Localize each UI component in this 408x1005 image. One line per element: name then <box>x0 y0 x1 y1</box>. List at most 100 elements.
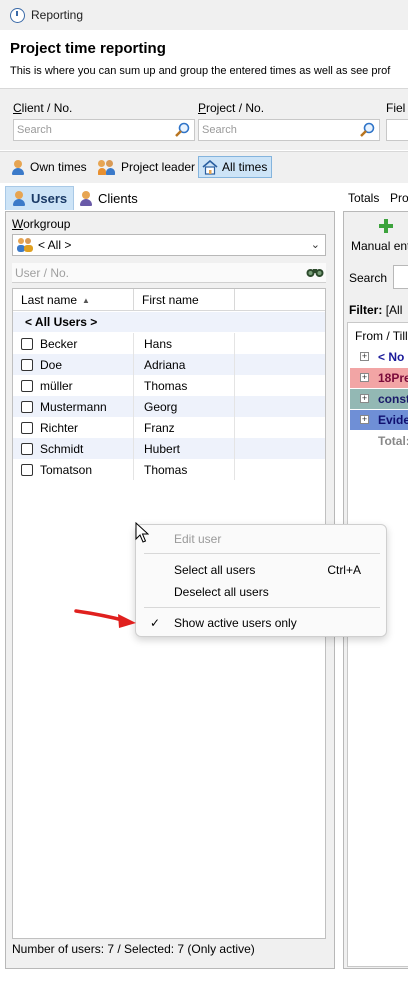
table-row[interactable]: Schmidt Hubert <box>13 438 325 459</box>
user-filter-input[interactable]: User / No. <box>12 263 326 283</box>
expand-icon[interactable]: + <box>360 394 369 403</box>
annotation-arrow-icon <box>74 609 136 628</box>
manual-entry-button[interactable]: Manual ent <box>351 239 408 253</box>
first-name-cell: Thomas <box>144 463 188 477</box>
expand-icon[interactable]: + <box>360 415 369 424</box>
report-tree: From / Till + < No a + 18Pre + constr + … <box>347 322 408 967</box>
table-row[interactable]: Tomatson Thomas <box>13 459 325 480</box>
house-icon <box>202 159 218 175</box>
tree-total-label: Total: <box>378 434 408 448</box>
client-search-input[interactable]: Search <box>13 119 195 141</box>
first-name-cell: Thomas <box>144 379 188 393</box>
search-row: Client / No. Search Project / No. Search… <box>0 88 408 150</box>
clock-icon <box>10 7 25 23</box>
report-pane-tabs: Totals Pro <box>341 185 408 211</box>
project-search-field: Project / No. Search <box>198 101 380 141</box>
row-checkbox[interactable] <box>21 359 33 371</box>
first-name-cell: Franz <box>144 421 175 435</box>
first-name-cell: Georg <box>144 400 178 414</box>
first-name-cell: Adriana <box>144 358 186 372</box>
menu-item-show-active-only[interactable]: Show active users only <box>174 616 297 630</box>
chevron-down-icon[interactable]: ⌄ <box>311 238 320 251</box>
window-title: Reporting <box>31 8 84 22</box>
binoculars-icon[interactable] <box>306 266 324 278</box>
field-search-label: Fiel <box>386 101 406 115</box>
last-name-cell: Becker <box>40 337 78 351</box>
menu-divider <box>144 553 380 554</box>
user-icon <box>11 159 25 175</box>
tab-projects[interactable]: Pro <box>390 191 408 205</box>
tree-node[interactable]: + constr <box>350 389 408 409</box>
row-checkbox[interactable] <box>21 443 33 455</box>
table-row[interactable]: Doe Adriana <box>13 354 325 375</box>
expand-icon[interactable]: + <box>360 373 369 382</box>
row-checkbox[interactable] <box>21 380 33 392</box>
table-row[interactable]: Richter Franz <box>13 417 325 438</box>
project-search-label: Project / No. <box>198 101 265 115</box>
last-name-cell: Richter <box>40 421 79 435</box>
select-all-shortcut: Ctrl+A <box>327 563 361 577</box>
all-users-row[interactable]: < All Users > <box>13 312 325 332</box>
user-icon <box>79 190 93 206</box>
sort-ascending-icon: ▲ <box>82 295 90 305</box>
field-search-input[interactable] <box>386 119 408 141</box>
menu-divider <box>144 607 380 608</box>
workgroup-select[interactable]: < All > ⌄ <box>12 234 326 256</box>
users-group-icon <box>16 237 34 253</box>
row-checkbox[interactable] <box>21 338 33 350</box>
report-search-label: Search <box>349 271 388 285</box>
checkmark-icon: ✓ <box>150 616 161 630</box>
workgroup-selected-value: < All > <box>38 238 72 252</box>
field-search-field: Fiel <box>386 101 408 141</box>
table-row[interactable]: Mustermann Georg <box>13 396 325 417</box>
last-name-cell: Doe <box>40 358 63 372</box>
report-search-input[interactable] <box>393 265 408 289</box>
menu-item-deselect-all[interactable]: Deselect all users <box>174 585 269 599</box>
tree-node[interactable]: + Evider <box>350 410 408 430</box>
pane-tabs: Users Clients <box>5 185 335 211</box>
users-group-icon <box>98 159 116 175</box>
mouse-cursor-icon <box>135 522 149 543</box>
menu-item-edit-user: Edit user <box>174 532 222 546</box>
table-row[interactable]: Becker Hans <box>13 333 325 354</box>
plus-icon[interactable] <box>379 219 393 233</box>
column-first-name[interactable]: First name <box>134 289 235 311</box>
table-header: Last name ▲ First name <box>13 289 325 311</box>
page-header: Project time reporting This is where you… <box>0 30 408 88</box>
tab-project-leader[interactable]: Project leader <box>95 156 199 178</box>
menu-item-select-all[interactable]: Select all users <box>174 563 255 577</box>
tab-totals[interactable]: Totals <box>348 191 379 205</box>
project-search-input[interactable]: Search <box>198 119 380 141</box>
user-icon <box>12 191 26 206</box>
tab-own-times[interactable]: Own times <box>8 156 91 178</box>
report-filter-text: Filter: [All <box>349 303 403 317</box>
row-checkbox[interactable] <box>21 401 33 413</box>
workgroup-label: Workgroup <box>12 217 71 231</box>
client-search-label: Client / No. <box>13 101 73 115</box>
window-titlebar: Reporting <box>0 0 408 30</box>
last-name-cell: Schmidt <box>40 442 84 456</box>
search-icon[interactable] <box>359 122 375 138</box>
users-context-menu: Edit user Select all users Ctrl+A Desele… <box>135 524 387 637</box>
page-description: This is where you can sum up and group t… <box>10 65 391 77</box>
last-name-cell: Tomatson <box>40 463 93 477</box>
table-row[interactable]: müller Thomas <box>13 375 325 396</box>
search-icon[interactable] <box>174 122 190 138</box>
expand-icon[interactable]: + <box>360 352 369 361</box>
last-name-cell: müller <box>40 379 73 393</box>
first-name-cell: Hubert <box>144 442 181 456</box>
first-name-cell: Hans <box>144 337 173 351</box>
tab-users[interactable]: Users <box>5 186 75 210</box>
tab-all-times[interactable]: All times <box>198 156 273 178</box>
page-title: Project time reporting <box>10 40 166 57</box>
row-checkbox[interactable] <box>21 464 33 476</box>
column-last-name[interactable]: Last name ▲ <box>13 289 134 311</box>
tree-node[interactable]: + 18Pre <box>350 368 408 388</box>
row-checkbox[interactable] <box>21 422 33 434</box>
tree-node[interactable]: + < No a <box>350 347 408 367</box>
tree-header: From / Till <box>355 329 408 343</box>
report-scope-tabs: Own times Project leader All times <box>0 151 408 183</box>
tab-clients[interactable]: Clients <box>73 186 144 210</box>
users-status-text: Number of users: 7 / Selected: 7 (Only a… <box>12 942 255 956</box>
last-name-cell: Mustermann <box>40 400 107 414</box>
